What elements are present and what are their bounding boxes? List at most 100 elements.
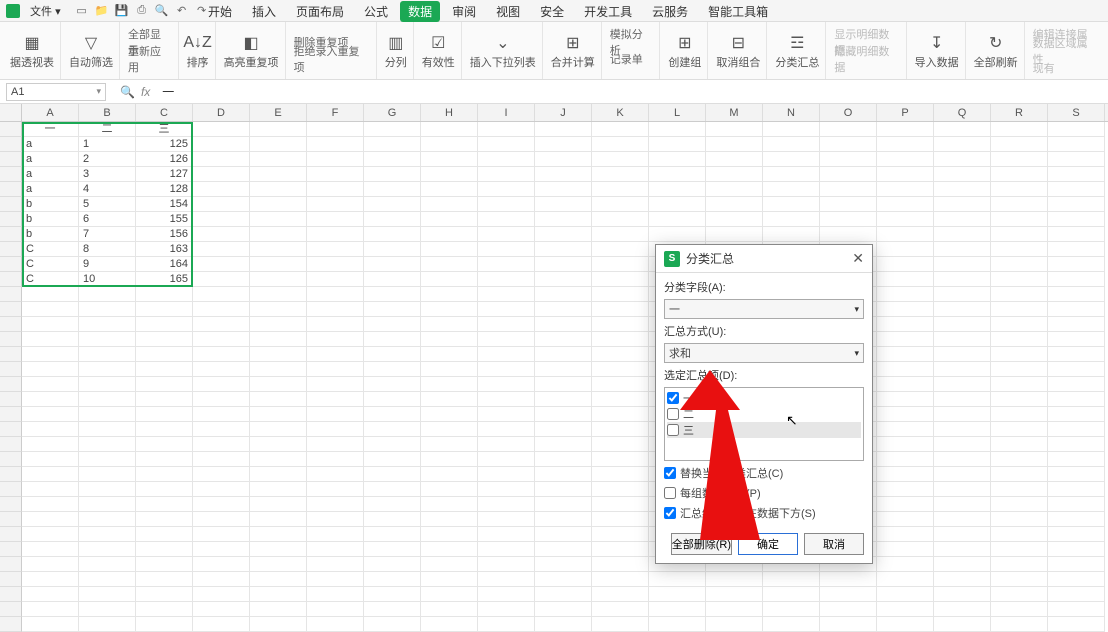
cell[interactable] <box>307 122 364 137</box>
cell[interactable] <box>136 407 193 422</box>
cell[interactable] <box>991 362 1048 377</box>
cell[interactable] <box>136 572 193 587</box>
cell[interactable] <box>592 392 649 407</box>
cell[interactable] <box>136 362 193 377</box>
cell[interactable] <box>193 572 250 587</box>
cell[interactable] <box>763 602 820 617</box>
cell[interactable] <box>421 452 478 467</box>
cell[interactable] <box>991 287 1048 302</box>
cell[interactable] <box>307 467 364 482</box>
cell[interactable] <box>535 257 592 272</box>
opt-below[interactable]: 汇总结果显示在数据下方(S) <box>664 505 864 521</box>
cell[interactable] <box>79 602 136 617</box>
cell[interactable] <box>22 587 79 602</box>
cell[interactable] <box>592 467 649 482</box>
cell[interactable] <box>877 302 934 317</box>
preview-icon[interactable]: 🔍 <box>155 4 169 18</box>
cell[interactable] <box>1048 122 1105 137</box>
cell[interactable] <box>535 482 592 497</box>
cell[interactable] <box>934 527 991 542</box>
cell[interactable] <box>364 482 421 497</box>
cell[interactable] <box>535 272 592 287</box>
cell[interactable] <box>649 137 706 152</box>
row-header[interactable] <box>0 302 22 317</box>
cell[interactable] <box>877 242 934 257</box>
cell[interactable] <box>1048 137 1105 152</box>
cell[interactable] <box>193 542 250 557</box>
cell[interactable] <box>763 167 820 182</box>
cell[interactable] <box>250 227 307 242</box>
ribbon-item-17[interactable]: 编辑连接属数据区域属性现有 <box>1027 22 1104 79</box>
col-header[interactable]: G <box>364 104 421 121</box>
col-header[interactable]: O <box>820 104 877 121</box>
cell[interactable] <box>706 167 763 182</box>
col-header[interactable]: N <box>763 104 820 121</box>
row-header[interactable] <box>0 167 22 182</box>
cell[interactable] <box>991 122 1048 137</box>
cell[interactable] <box>535 572 592 587</box>
cell[interactable] <box>250 317 307 332</box>
menu-tab-1[interactable]: 插入 <box>244 1 284 22</box>
cell[interactable] <box>193 197 250 212</box>
menu-tab-4[interactable]: 数据 <box>400 1 440 22</box>
col-header[interactable]: D <box>193 104 250 121</box>
ribbon-item-2[interactable]: 全部显示重新应用 <box>122 22 179 79</box>
cell[interactable] <box>421 242 478 257</box>
cell[interactable] <box>136 287 193 302</box>
cell[interactable] <box>421 392 478 407</box>
cell[interactable] <box>22 362 79 377</box>
cell[interactable] <box>535 437 592 452</box>
cell[interactable]: 二 <box>79 122 136 137</box>
cell[interactable] <box>934 572 991 587</box>
cell[interactable]: b <box>22 227 79 242</box>
cell[interactable] <box>22 437 79 452</box>
cell[interactable] <box>877 212 934 227</box>
cell[interactable] <box>136 452 193 467</box>
cell[interactable] <box>307 137 364 152</box>
cell[interactable] <box>934 347 991 362</box>
cell[interactable] <box>535 287 592 302</box>
cell[interactable] <box>307 557 364 572</box>
cell[interactable] <box>763 122 820 137</box>
row-header[interactable] <box>0 407 22 422</box>
cell[interactable] <box>535 362 592 377</box>
cell[interactable] <box>592 527 649 542</box>
col-header[interactable]: M <box>706 104 763 121</box>
cell[interactable] <box>706 197 763 212</box>
cell[interactable] <box>22 302 79 317</box>
cell[interactable] <box>79 347 136 362</box>
cell[interactable] <box>592 362 649 377</box>
cell[interactable] <box>364 242 421 257</box>
cell[interactable] <box>934 422 991 437</box>
cell[interactable] <box>250 212 307 227</box>
cell[interactable] <box>364 317 421 332</box>
cell[interactable] <box>307 362 364 377</box>
cell[interactable] <box>1048 572 1105 587</box>
cell[interactable] <box>193 422 250 437</box>
cell[interactable] <box>991 497 1048 512</box>
cell[interactable] <box>877 617 934 632</box>
row-header[interactable] <box>0 377 22 392</box>
cell[interactable] <box>22 482 79 497</box>
cell[interactable] <box>592 407 649 422</box>
menu-tab-5[interactable]: 审阅 <box>444 1 484 22</box>
cell[interactable] <box>193 392 250 407</box>
cell[interactable]: 128 <box>136 182 193 197</box>
cell[interactable] <box>421 332 478 347</box>
fx-icon[interactable]: fx <box>141 85 150 99</box>
cell[interactable] <box>934 332 991 347</box>
cell[interactable] <box>649 212 706 227</box>
cell[interactable] <box>934 167 991 182</box>
cell[interactable] <box>478 242 535 257</box>
cell[interactable] <box>535 587 592 602</box>
col-header[interactable]: B <box>79 104 136 121</box>
cell[interactable] <box>364 137 421 152</box>
cell[interactable] <box>820 212 877 227</box>
cell[interactable] <box>934 137 991 152</box>
cell[interactable]: 9 <box>79 257 136 272</box>
cell[interactable] <box>421 182 478 197</box>
cell[interactable] <box>1048 332 1105 347</box>
cell[interactable] <box>193 467 250 482</box>
cell[interactable] <box>250 362 307 377</box>
cell[interactable] <box>364 227 421 242</box>
